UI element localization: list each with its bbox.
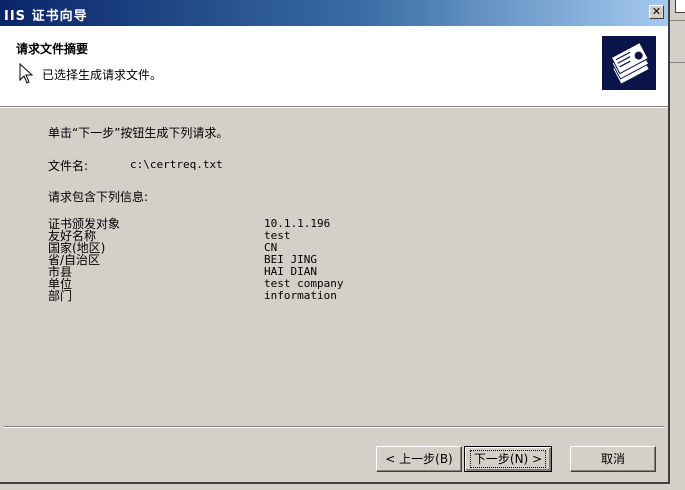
background-window-edge xyxy=(670,0,685,490)
page-subtitle: 已选择生成请求文件。 xyxy=(42,68,163,82)
arrow-pointer-icon xyxy=(19,63,34,84)
cancel-button[interactable]: 取消 xyxy=(570,446,656,472)
back-button[interactable]: < 上一步(B) xyxy=(376,446,462,472)
iis-certificate-wizard-dialog: IIS 证书向导 ✕ 请求文件摘要 已选择生成请求文件。 单击“下一步”按钮生成… xyxy=(0,0,670,484)
info-value: information xyxy=(264,289,337,302)
info-heading: 请求包含下列信息: xyxy=(48,190,149,204)
info-label: 部门 xyxy=(48,289,73,303)
header-divider-highlight xyxy=(0,107,668,108)
background-window-control xyxy=(675,0,685,13)
background-divider xyxy=(670,62,685,63)
footer-divider-highlight xyxy=(4,427,664,428)
next-button-label: 下一步(N) > xyxy=(469,450,547,468)
title-bar[interactable]: IIS 证书向导 ✕ xyxy=(0,0,668,26)
window-title: IIS 证书向导 xyxy=(4,9,88,24)
filename-value: c:\certreq.txt xyxy=(130,158,223,171)
instruction-text: 单击“下一步”按钮生成下列请求。 xyxy=(48,126,229,140)
next-button[interactable]: 下一步(N) > xyxy=(464,446,552,472)
background-divider xyxy=(670,20,685,21)
certificate-wizard-icon xyxy=(602,36,656,90)
back-button-label: < 上一步(B) xyxy=(385,452,453,466)
filename-label: 文件名: xyxy=(48,159,89,173)
close-icon: ✕ xyxy=(651,5,662,18)
close-button[interactable]: ✕ xyxy=(649,5,664,19)
cancel-button-label: 取消 xyxy=(600,452,625,466)
wizard-header: 请求文件摘要 已选择生成请求文件。 xyxy=(0,26,668,106)
page-title: 请求文件摘要 xyxy=(16,42,89,56)
background-window-bottom xyxy=(0,484,685,490)
